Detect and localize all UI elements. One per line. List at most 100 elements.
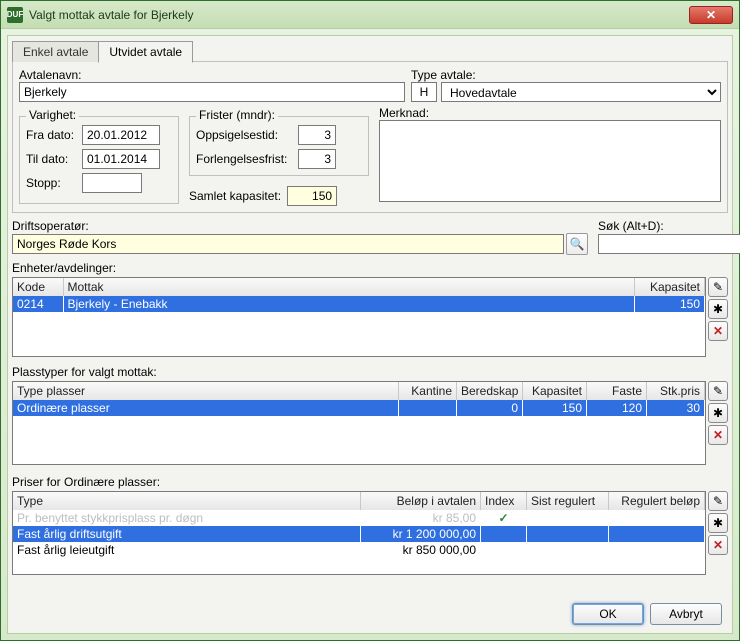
- cell: [527, 542, 609, 558]
- plasser-col-type[interactable]: Type plasser: [13, 382, 399, 400]
- cell: [609, 526, 705, 542]
- plasser-new-button[interactable]: ✱: [708, 403, 728, 423]
- enheter-grid[interactable]: Kode Mottak Kapasitet 0214 Bjerkely - En…: [12, 277, 706, 357]
- client-area: Enkel avtale Utvidet avtale Avtalenavn: …: [7, 35, 733, 634]
- type-avtale-select[interactable]: Hovedavtale: [441, 82, 721, 102]
- cell: kr 850 000,00: [361, 542, 481, 558]
- label-enheter: Enheter/avdelinger:: [12, 261, 728, 275]
- asterisk-icon: ✱: [713, 516, 723, 530]
- label-stopp: Stopp:: [26, 176, 78, 190]
- cell: 0: [457, 400, 523, 416]
- table-row[interactable]: 0214 Bjerkely - Enebakk 150: [13, 296, 705, 312]
- label-varighet: Varighet:: [26, 108, 79, 122]
- label-merknad: Merknad:: [379, 106, 721, 120]
- type-avtale-code-input[interactable]: [411, 82, 437, 102]
- pencil-icon: ✎: [713, 384, 723, 398]
- label-fra-dato: Fra dato:: [26, 128, 78, 142]
- enheter-col-mottak[interactable]: Mottak: [63, 278, 635, 296]
- delete-icon: ✕: [713, 324, 723, 338]
- cell: 120: [587, 400, 647, 416]
- priser-col-reg[interactable]: Regulert beløp: [609, 492, 705, 510]
- priser-col-belop[interactable]: Beløp i avtalen: [361, 492, 481, 510]
- tab-enkel-avtale[interactable]: Enkel avtale: [12, 41, 99, 62]
- til-dato-input[interactable]: [82, 149, 160, 169]
- oppsigelsestid-input[interactable]: [298, 125, 336, 145]
- asterisk-icon: ✱: [713, 406, 723, 420]
- dialog-buttons: OK Avbryt: [572, 603, 722, 625]
- cell: 150: [635, 296, 705, 312]
- merknad-textarea[interactable]: [379, 120, 721, 202]
- cell: [609, 542, 705, 558]
- priser-edit-button[interactable]: ✎: [708, 491, 728, 511]
- plasser-col-beredskap[interactable]: Beredskap: [457, 382, 523, 400]
- table-row[interactable]: [13, 416, 705, 432]
- ok-button[interactable]: OK: [572, 603, 644, 625]
- label-sok: Søk (Alt+D):: [598, 219, 728, 233]
- enheter-new-button[interactable]: ✱: [708, 299, 728, 319]
- asterisk-icon: ✱: [713, 302, 723, 316]
- enheter-edit-button[interactable]: ✎: [708, 277, 728, 297]
- priser-grid[interactable]: Type Beløp i avtalen Index Sist regulert…: [12, 491, 706, 575]
- titlebar: DUF Valgt mottak avtale for Bjerkely ✕: [1, 1, 739, 29]
- cell: [481, 542, 527, 558]
- plasser-col-faste[interactable]: Faste: [587, 382, 647, 400]
- priser-col-index[interactable]: Index: [481, 492, 527, 510]
- label-frister: Frister (mndr):: [196, 108, 278, 122]
- table-row[interactable]: Fast årlig leieutgift kr 850 000,00: [13, 542, 705, 558]
- cell: [527, 526, 609, 542]
- label-forlengelsesfrist: Forlengelsesfrist:: [196, 152, 294, 166]
- delete-icon: ✕: [713, 538, 723, 552]
- tab-utvidet-avtale[interactable]: Utvidet avtale: [98, 41, 193, 63]
- driftsoperator-input[interactable]: [12, 234, 564, 254]
- cell: 0214: [13, 296, 63, 312]
- priser-col-sist[interactable]: Sist regulert: [527, 492, 609, 510]
- plasser-delete-button[interactable]: ✕: [708, 425, 728, 445]
- samlet-kapasitet-input[interactable]: [287, 186, 337, 206]
- cell: [399, 400, 457, 416]
- priser-new-button[interactable]: ✱: [708, 513, 728, 533]
- enheter-col-kapasitet[interactable]: Kapasitet: [635, 278, 705, 296]
- plasser-col-kapasitet[interactable]: Kapasitet: [523, 382, 587, 400]
- table-row[interactable]: Ordinære plasser 0 150 120 30: [13, 400, 705, 416]
- avbryt-button[interactable]: Avbryt: [650, 603, 722, 625]
- table-row[interactable]: [13, 448, 705, 464]
- search-icon: 🔍: [570, 237, 585, 251]
- close-button[interactable]: ✕: [689, 6, 733, 24]
- label-priser: Priser for Ordinære plasser:: [12, 475, 728, 489]
- cell: kr 1 200 000,00: [361, 526, 481, 542]
- delete-icon: ✕: [713, 428, 723, 442]
- cell: [481, 526, 527, 542]
- label-driftsoperator: Driftsoperatør:: [12, 219, 588, 233]
- label-oppsigelsestid: Oppsigelsestid:: [196, 128, 294, 142]
- window: DUF Valgt mottak avtale for Bjerkely ✕ E…: [0, 0, 740, 641]
- sok-input[interactable]: [598, 234, 740, 254]
- pencil-icon: ✎: [713, 280, 723, 294]
- cell: kr 85,00: [361, 510, 481, 526]
- table-row[interactable]: [13, 432, 705, 448]
- enheter-col-kode[interactable]: Kode: [13, 278, 63, 296]
- group-varighet: Varighet: Fra dato: Til dato: Stopp:: [19, 116, 179, 204]
- window-title: Valgt mottak avtale for Bjerkely: [29, 8, 689, 22]
- plasser-col-stkpris[interactable]: Stk.pris: [647, 382, 705, 400]
- cell: 30: [647, 400, 705, 416]
- label-avtalenavn: Avtalenavn:: [19, 68, 405, 82]
- enheter-delete-button[interactable]: ✕: [708, 321, 728, 341]
- cell: 150: [523, 400, 587, 416]
- table-row[interactable]: Pr. benyttet stykkprisplass pr. døgn kr …: [13, 510, 705, 526]
- avtalenavn-input[interactable]: [19, 82, 405, 102]
- cell: Fast årlig driftsutgift: [13, 526, 361, 542]
- priser-delete-button[interactable]: ✕: [708, 535, 728, 555]
- fra-dato-input[interactable]: [82, 125, 160, 145]
- stopp-input[interactable]: [82, 173, 142, 193]
- plasser-edit-button[interactable]: ✎: [708, 381, 728, 401]
- plasser-col-kantine[interactable]: Kantine: [399, 382, 457, 400]
- plasser-grid[interactable]: Type plasser Kantine Beredskap Kapasitet…: [12, 381, 706, 465]
- forlengelsesfrist-input[interactable]: [298, 149, 336, 169]
- driftsoperator-lookup-button[interactable]: 🔍: [566, 233, 588, 255]
- priser-col-type[interactable]: Type: [13, 492, 361, 510]
- cell: [527, 510, 609, 526]
- table-row[interactable]: Fast årlig driftsutgift kr 1 200 000,00: [13, 526, 705, 542]
- pencil-icon: ✎: [713, 494, 723, 508]
- check-icon: ✓: [498, 511, 508, 525]
- label-samlet-kapasitet: Samlet kapasitet:: [189, 189, 281, 203]
